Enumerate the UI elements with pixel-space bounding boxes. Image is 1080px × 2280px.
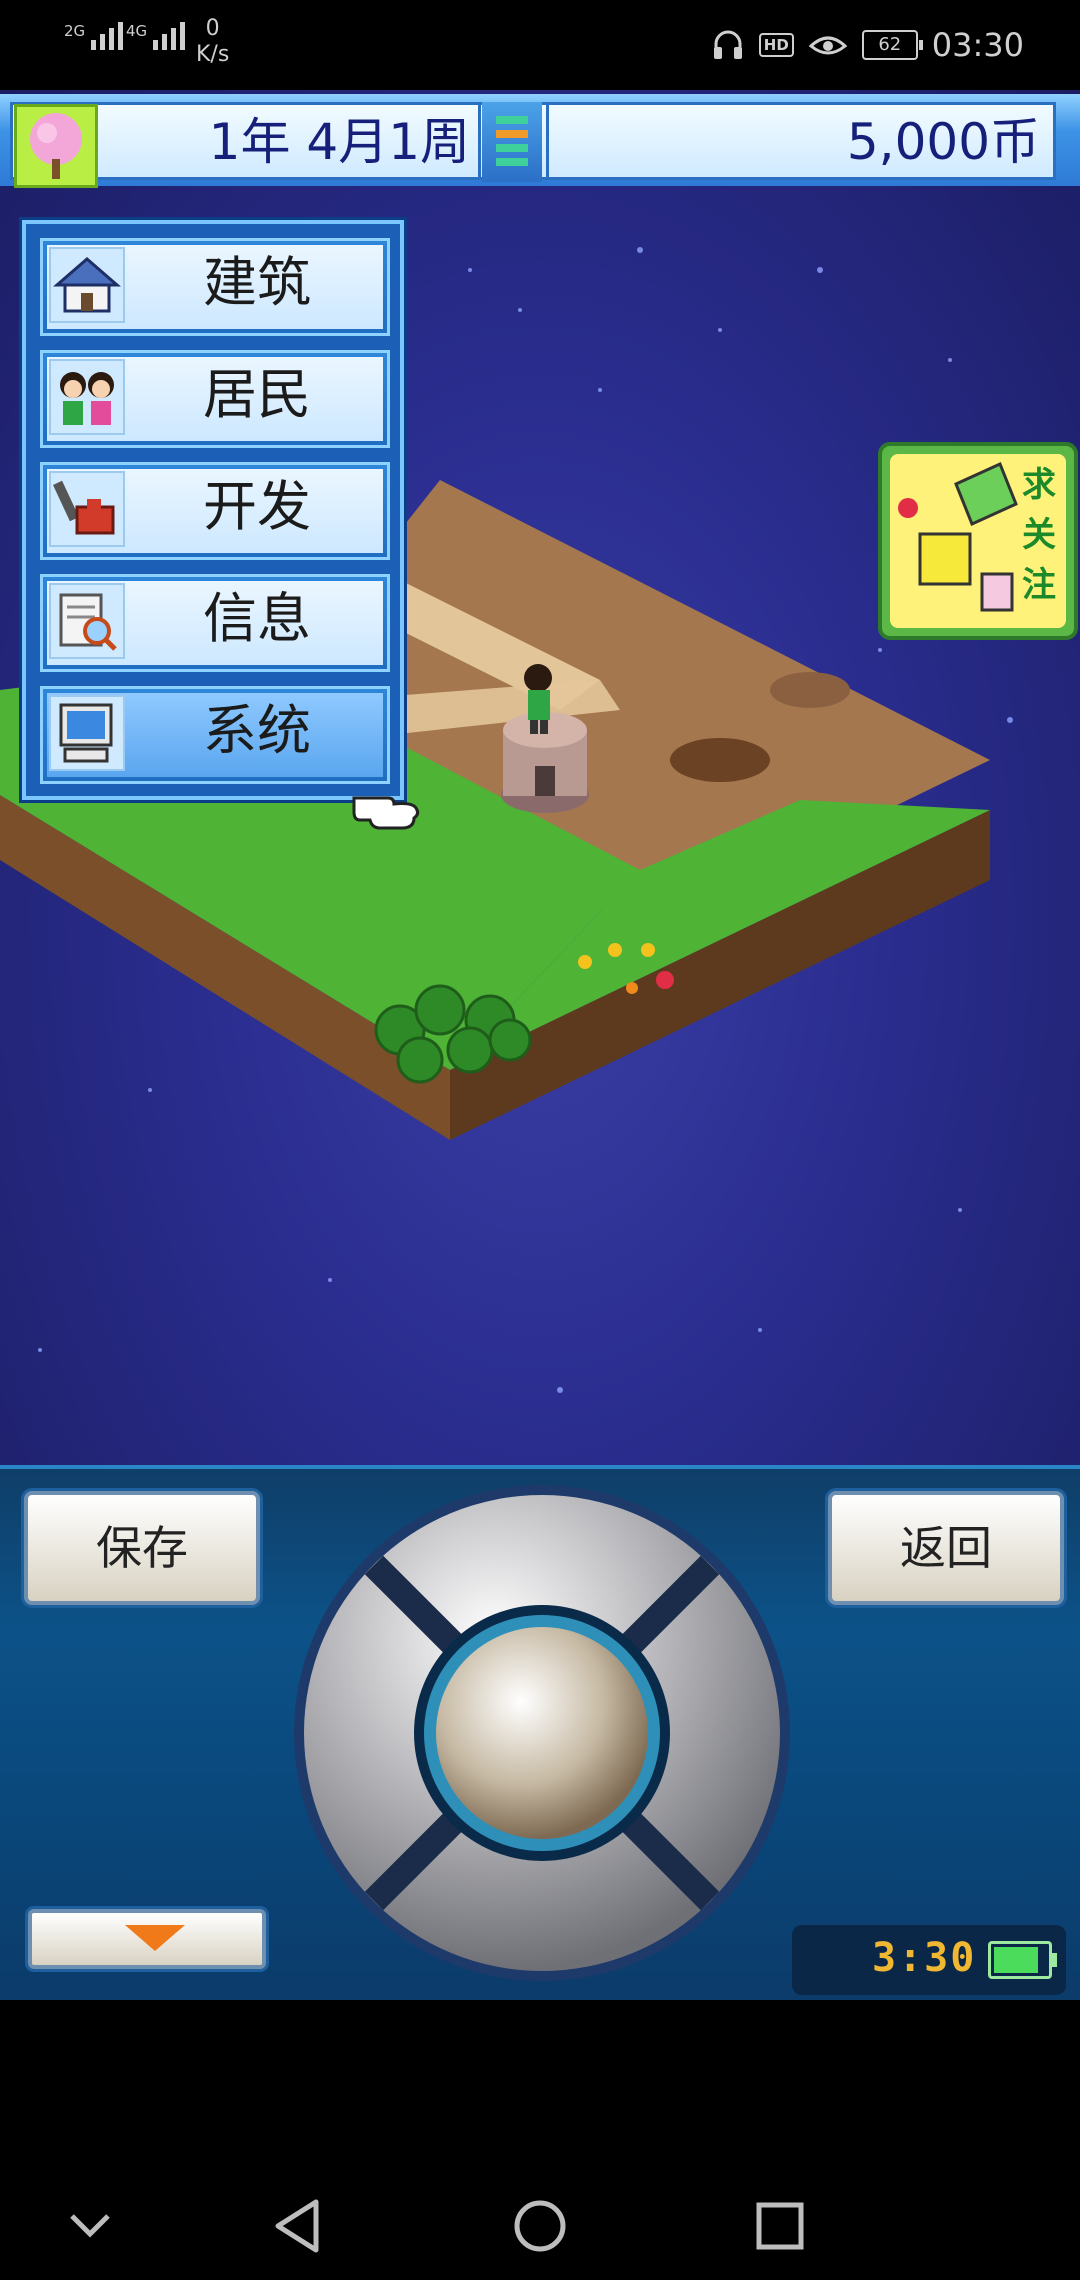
panel-clock: 3:30 [792,1925,1066,1995]
menu-item-system[interactable]: 系统 [40,686,390,784]
menu-item-residents[interactable]: 居民 [40,350,390,448]
sim1-label: 2G [64,22,86,40]
home-circle-icon[interactable] [500,2186,580,2266]
down-arrow-icon [125,1925,185,1951]
net-speed-unit: K/s [196,42,230,67]
top-status-bar: 1年 4月1周 5,000币 [0,94,1080,188]
hide-nav-chevron-icon[interactable] [50,2186,130,2266]
collapse-panel-button[interactable] [28,1909,266,1969]
headphones-icon [713,30,742,59]
residents-icon [49,359,125,435]
season-tree-icon[interactable] [14,104,98,188]
menu-label-build: 建筑 [203,251,311,314]
system-nav-bar [0,2000,1080,2280]
control-panel: 保存 返回 3:30 [0,1465,1080,2004]
sim2-label: 4G [126,22,148,40]
follow-badge[interactable]: 求关注 [878,442,1078,640]
game-date: 1年 4月1周 [208,113,470,171]
stack-menu-icon[interactable] [482,102,542,182]
battery-icon: 62 [861,30,923,60]
panel-clock-time: 3:30 [872,1935,977,1981]
directional-pad[interactable] [292,1483,792,1983]
back-button[interactable]: 返回 [828,1491,1064,1605]
hd-icon: HD [758,33,794,57]
menu-item-develop[interactable]: 开发 [40,462,390,560]
menu-item-info[interactable]: 信息 [40,574,390,672]
signal-sim2-icon: 4G [126,22,186,50]
status-time: 03:30 [931,26,1024,64]
menu-label-system: 系统 [203,699,311,762]
computer-icon [49,695,125,771]
status-bar: 2G 4G 0 K/s HD 62 03:30 [0,0,1080,90]
recents-square-icon[interactable] [740,2186,820,2266]
follow-badge-text: 求关注 [1022,465,1056,605]
main-menu: 建筑 居民 开发 信息 系统 [22,220,404,800]
menu-label-develop: 开发 [203,475,311,538]
signal-sim1-icon: 2G [64,22,124,50]
menu-label-residents: 居民 [203,363,311,426]
net-speed-value: 0 [205,16,220,41]
develop-icon [49,471,125,547]
house-icon [49,247,125,323]
info-icon [49,583,125,659]
menu-item-build[interactable]: 建筑 [40,238,390,336]
game-view[interactable]: 1年 4月1周 5,000币 求关注 建筑 居民 开发 信息 系统 [0,90,1080,1465]
eye-comfort-icon [808,36,848,55]
back-triangle-icon[interactable] [260,2186,340,2266]
pointer-hand-icon [352,796,420,830]
money-display: 5,000币 [846,113,1040,171]
network-speed: 0 K/s [196,16,229,68]
panel-battery-icon [988,1941,1057,1979]
save-button[interactable]: 保存 [24,1491,260,1605]
menu-label-info: 信息 [203,587,311,650]
